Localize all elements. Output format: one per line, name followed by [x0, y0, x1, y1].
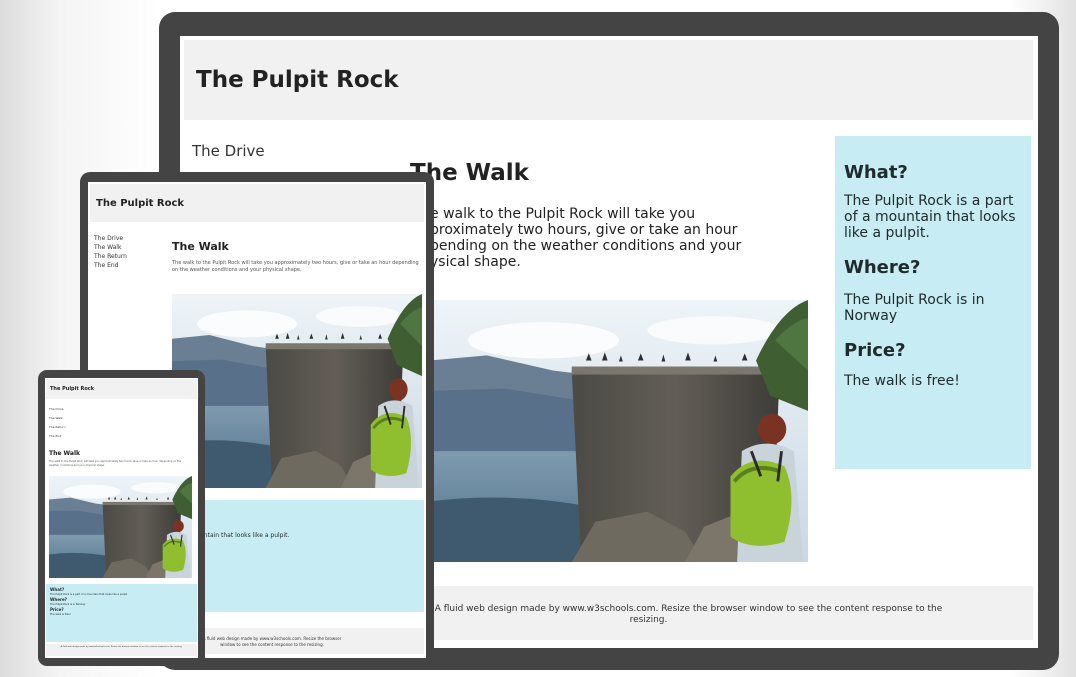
tablet-nav-item-return[interactable]: The Return — [94, 252, 127, 261]
phone-screen: The Pulpit Rock The Drive The Walk The R… — [45, 378, 198, 658]
tablet-aside-text-what: untain that looks like a pulpit. — [200, 532, 290, 539]
tablet-nav: The Drive The Walk The Return The End — [94, 234, 127, 270]
desktop-aside-heading-price: Price? — [844, 340, 906, 361]
desktop-aside-heading-where: Where? — [844, 257, 921, 278]
phone-nav-item-drive[interactable]: The Drive — [49, 405, 66, 414]
desktop-aside-text-where: The Pulpit Rock is in Norway — [844, 292, 985, 324]
desktop-nav-item-drive[interactable]: The Drive — [192, 142, 265, 160]
tablet-nav-item-walk[interactable]: The Walk — [94, 243, 127, 252]
desktop-site-title: The Pulpit Rock — [196, 67, 399, 93]
phone-article-heading: The Walk — [49, 450, 81, 457]
phone-nav-item-return[interactable]: The Return — [49, 423, 66, 432]
phone-article-text: The walk to the Pulpit Rock will take yo… — [49, 460, 182, 467]
desktop-header: The Pulpit Rock — [184, 40, 1033, 120]
desktop-aside-text-what: The Pulpit Rock is a part of a mountain … — [844, 193, 1016, 241]
desktop-aside-text-price: The walk is free! — [844, 373, 960, 389]
phone-footer-text: A fluid web design made by www.w3schools… — [60, 646, 183, 648]
tablet-site-title: The Pulpit Rock — [96, 197, 185, 209]
phone-aside-text-price: The walk is free! — [50, 613, 71, 616]
tablet-footer-text: A fluid web design made by www.w3schools… — [202, 636, 342, 647]
phone-nav: The Drive The Walk The Return The End — [49, 405, 66, 441]
desktop-aside-heading-what: What? — [844, 162, 908, 183]
tablet-nav-item-drive[interactable]: The Drive — [94, 234, 127, 243]
phone-footer: A fluid web design made by www.w3schools… — [46, 644, 197, 656]
desktop-article-line: proximately two hours, give or take an h… — [430, 222, 738, 238]
tablet-pulpit-rock-photo — [172, 294, 422, 488]
phone-frame: The Pulpit Rock The Drive The Walk The R… — [38, 370, 205, 666]
desktop-pulpit-rock-photo — [430, 300, 808, 562]
phone-nav-item-end[interactable]: The End — [49, 432, 66, 441]
tablet-article-text: The walk to the Pulpit Rock will take yo… — [172, 260, 419, 273]
desktop-aside: What? The Pulpit Rock is a part of a mou… — [835, 136, 1031, 469]
desktop-article-line: ysical shape. — [430, 254, 521, 270]
phone-nav-item-walk[interactable]: The Walk — [49, 414, 66, 423]
desktop-article-text: e walk to the Pulpit Rock will take you … — [430, 206, 741, 270]
phone-site-title: The Pulpit Rock — [50, 386, 95, 392]
tablet-header: The Pulpit Rock — [90, 184, 424, 222]
tablet-article-heading: The Walk — [172, 240, 229, 253]
desktop-article-line: e walk to the Pulpit Rock will take you — [430, 206, 696, 222]
tablet-nav-item-end[interactable]: The End — [94, 261, 127, 270]
phone-pulpit-rock-photo — [49, 476, 192, 578]
phone-aside: What? The Pulpit Rock is a part of a mou… — [46, 584, 197, 642]
desktop-article-line: pending on the weather conditions and yo… — [430, 238, 742, 254]
phone-header: The Pulpit Rock — [46, 379, 197, 399]
